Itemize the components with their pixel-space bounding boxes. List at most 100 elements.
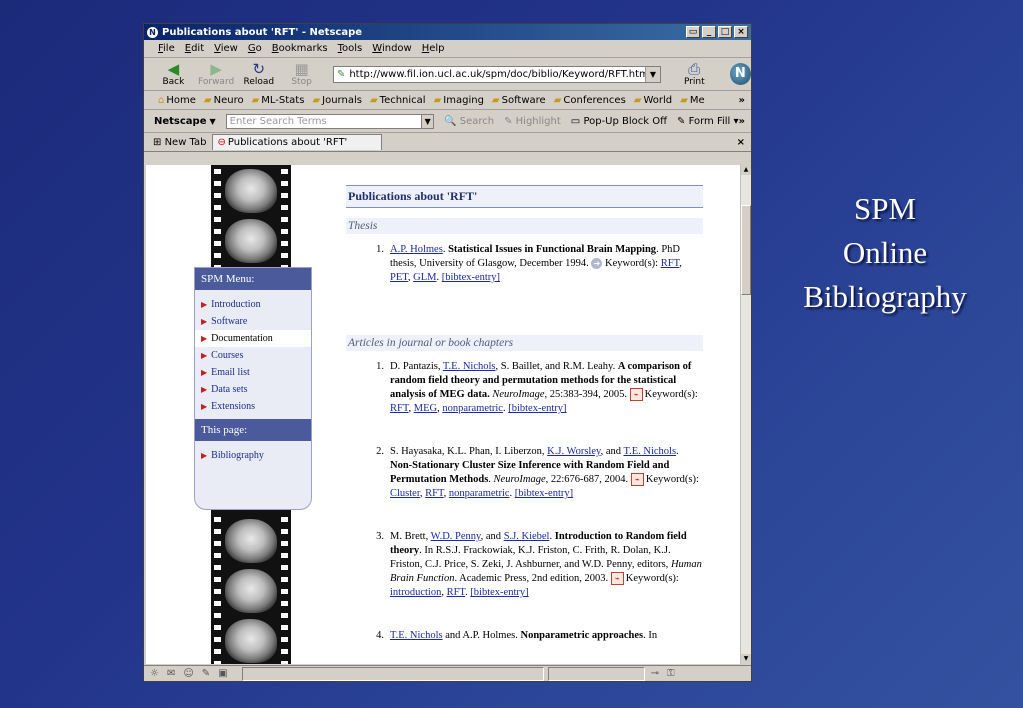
bookmarks-toolbar: ⌂ Home ▰ Neuro ▰ ML-Stats ▰ Journals ▰ Techni… bbox=[144, 91, 751, 110]
author-link[interactable]: T.E. Nichols bbox=[443, 361, 496, 372]
spm-menu-item-documentation[interactable]: ▶ Documentation bbox=[195, 330, 311, 347]
minimize-button[interactable]: _ bbox=[702, 26, 716, 38]
spm-menu-item-data-sets[interactable]: ▶ Data sets bbox=[195, 381, 311, 398]
chevron-right-icon[interactable]: » bbox=[739, 95, 745, 106]
close-button[interactable]: × bbox=[734, 26, 748, 38]
keyword-link[interactable]: introduction bbox=[390, 587, 441, 598]
navigator-icon[interactable]: ☼ bbox=[150, 668, 159, 679]
pdf-icon[interactable]: ⌁ bbox=[610, 572, 624, 586]
chevron-down-icon[interactable]: ▼ bbox=[210, 117, 216, 126]
restore-icon[interactable]: ▭ bbox=[686, 26, 700, 38]
chat-icon[interactable]: ▣ bbox=[218, 668, 227, 679]
bibtex-link[interactable]: [bibtex-entry] bbox=[508, 403, 566, 414]
author-link[interactable]: S.J. Kiebel bbox=[504, 531, 550, 542]
bibtex-link[interactable]: [bibtex-entry] bbox=[442, 272, 500, 283]
chevron-right-icon[interactable]: » bbox=[739, 116, 745, 127]
bibtex-link[interactable]: [bibtex-entry] bbox=[470, 587, 528, 598]
keyword-link[interactable]: RFT bbox=[447, 587, 465, 598]
spm-menu-item-extensions[interactable]: ▶ Extensions bbox=[195, 398, 311, 415]
entry-details: . In bbox=[643, 630, 658, 641]
search-dropdown-icon[interactable]: ▼ bbox=[422, 113, 435, 129]
new-tab-button[interactable]: ⊞ New Tab bbox=[149, 135, 210, 150]
folder-icon: ▰ bbox=[312, 94, 321, 106]
security-icon[interactable]: ⚿ bbox=[667, 668, 675, 679]
print-button[interactable]: ⎙ Print bbox=[675, 61, 714, 87]
form-fill-button[interactable]: ✎ Form Fill ▾ bbox=[677, 116, 739, 127]
menu-go[interactable]: Go bbox=[248, 43, 262, 54]
online-status-icon[interactable]: ⊸ bbox=[651, 668, 659, 679]
menu-tools[interactable]: Tools bbox=[338, 43, 363, 54]
keyword-link[interactable]: nonparametric bbox=[442, 403, 503, 414]
spm-menu-item-courses[interactable]: ▶ Courses bbox=[195, 347, 311, 364]
back-button[interactable]: ◀ Back bbox=[154, 61, 193, 87]
netscape-logo[interactable]: N bbox=[729, 63, 751, 85]
stop-button[interactable]: ▦ Stop bbox=[282, 61, 321, 87]
reload-button[interactable]: ↻ Reload bbox=[239, 61, 278, 87]
scroll-up-icon[interactable]: ▲ bbox=[741, 165, 751, 175]
keyword-link[interactable]: MEG bbox=[414, 403, 437, 414]
pdf-icon[interactable]: ⌁ bbox=[630, 473, 644, 487]
search-button[interactable]: 🔍 Search bbox=[444, 116, 494, 127]
bookmark-folder[interactable]: ▰ Imaging bbox=[434, 95, 484, 106]
keyword-link[interactable]: nonparametric bbox=[449, 488, 510, 499]
spm-menu-item-introduction[interactable]: ▶ Introduction bbox=[195, 296, 311, 313]
netscape-search-brand[interactable]: Netscape bbox=[154, 116, 207, 127]
author-link[interactable]: T.E. Nichols bbox=[623, 446, 676, 457]
spm-menu-item-email-list[interactable]: ▶ Email list bbox=[195, 364, 311, 381]
keyword-label: Keyword(s): bbox=[645, 474, 699, 485]
vertical-scrollbar[interactable]: ▲ ▼ bbox=[740, 165, 751, 664]
pdf-icon[interactable]: ⌁ bbox=[629, 388, 643, 402]
bookmark-folder[interactable]: ▰ World bbox=[634, 95, 672, 106]
bookmark-folder[interactable]: ▰ ML-Stats bbox=[252, 95, 305, 106]
bookmark-folder[interactable]: ▰ Me bbox=[680, 95, 704, 106]
search-input[interactable]: Enter Search Terms bbox=[225, 113, 423, 129]
menu-window[interactable]: Window bbox=[372, 43, 411, 54]
bibtex-link[interactable]: [bibtex-entry] bbox=[515, 488, 573, 499]
triangle-icon: ▶ bbox=[201, 334, 208, 343]
this-page-item-bibliography[interactable]: ▶ Bibliography bbox=[195, 447, 311, 464]
author-link[interactable]: W.D. Penny bbox=[431, 531, 481, 542]
maximize-button[interactable]: □ bbox=[718, 26, 732, 38]
bookmark-folder[interactable]: ▰ Technical bbox=[370, 95, 426, 106]
address-book-icon[interactable]: ☺ bbox=[183, 668, 193, 679]
composer-icon[interactable]: ✎ bbox=[202, 668, 210, 679]
keyword-link[interactable]: RFT bbox=[425, 488, 443, 499]
window-titlebar[interactable]: N Publications about 'RFT' - Netscape ▭ … bbox=[144, 24, 751, 40]
keyword-link[interactable]: GLM bbox=[413, 272, 436, 283]
bookmark-folder[interactable]: ▰ Neuro bbox=[204, 95, 244, 106]
arrow-icon[interactable]: ➔ bbox=[591, 258, 603, 270]
page-tab-icon: ⊖ bbox=[217, 137, 226, 148]
menu-view[interactable]: View bbox=[214, 43, 238, 54]
author-link[interactable]: T.E. Nichols bbox=[390, 630, 443, 641]
list-item: 4. T.E. Nichols and A.P. Holmes. Nonpara… bbox=[346, 629, 703, 643]
bookmark-folder[interactable]: ▰ Conferences bbox=[554, 95, 626, 106]
popup-block-button[interactable]: ▭ Pop-Up Block Off bbox=[571, 116, 667, 127]
folder-icon: ▰ bbox=[433, 94, 442, 106]
forward-button[interactable]: ▶ Forward bbox=[197, 61, 236, 87]
author-link[interactable]: A.P. Holmes bbox=[390, 244, 443, 255]
keyword-link[interactable]: RFT bbox=[390, 403, 408, 414]
menu-file[interactable]: File bbox=[158, 43, 175, 54]
tab-active[interactable]: ⊖ Publications about 'RFT' bbox=[212, 134, 383, 150]
print-label: Print bbox=[683, 77, 705, 87]
url-dropdown-icon[interactable]: ▼ bbox=[644, 66, 660, 82]
bookmark-folder[interactable]: ▰ Journals bbox=[312, 95, 362, 106]
highlight-button[interactable]: ✎ Highlight bbox=[504, 116, 561, 127]
scrollbar-thumb[interactable] bbox=[741, 205, 751, 295]
url-text[interactable]: http://www.fil.ion.ucl.ac.uk/spm/doc/bib… bbox=[349, 69, 645, 80]
close-tab-icon[interactable]: × bbox=[737, 137, 745, 148]
author-link[interactable]: K.J. Worsley bbox=[547, 446, 600, 457]
bookmark-home[interactable]: ⌂ Home bbox=[158, 95, 196, 106]
spm-menu-item-software[interactable]: ▶ Software bbox=[195, 313, 311, 330]
keyword-link[interactable]: Cluster bbox=[390, 488, 420, 499]
bookmark-folder[interactable]: ▰ Software bbox=[492, 95, 546, 106]
menu-edit[interactable]: Edit bbox=[185, 43, 204, 54]
menu-help[interactable]: Help bbox=[422, 43, 445, 54]
keyword-link[interactable]: PET bbox=[390, 272, 408, 283]
keyword-link[interactable]: RFT bbox=[661, 258, 679, 269]
menu-bookmarks[interactable]: Bookmarks bbox=[272, 43, 328, 54]
url-bar[interactable]: ✎ http://www.fil.ion.ucl.ac.uk/spm/doc/b… bbox=[332, 65, 661, 83]
highlight-label: Highlight bbox=[515, 115, 561, 127]
mail-icon[interactable]: ✉ bbox=[167, 668, 175, 679]
scroll-down-icon[interactable]: ▼ bbox=[741, 654, 751, 664]
